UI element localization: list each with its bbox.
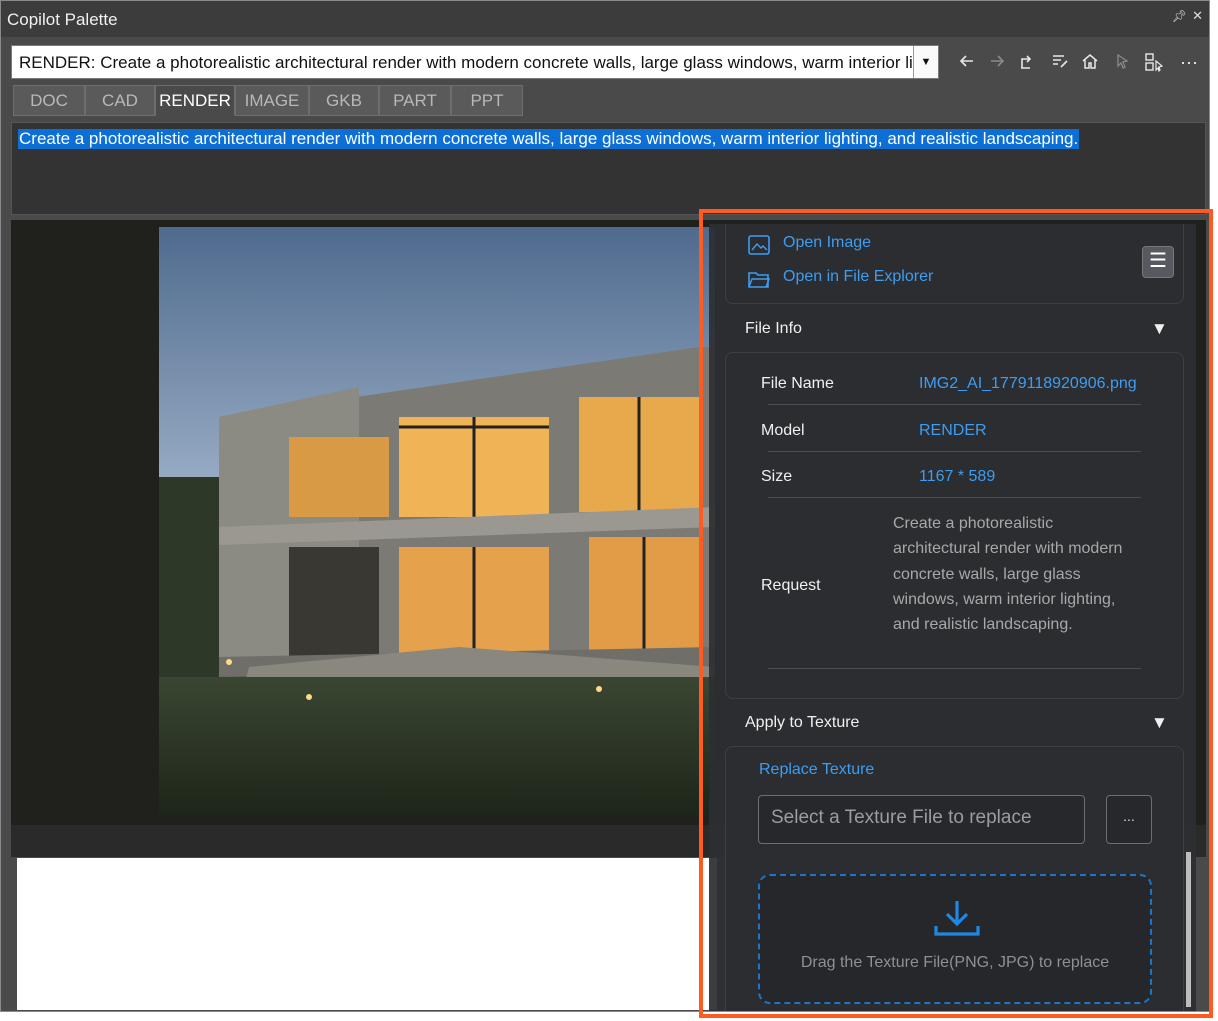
tab-image[interactable]: IMAGE — [235, 85, 309, 116]
open-in-file-explorer-link[interactable]: Open in File Explorer — [783, 268, 933, 286]
scrollbar-thumb[interactable] — [1186, 852, 1191, 1007]
layout-icon[interactable] — [1142, 51, 1166, 75]
request-value: Create a photorealistic architectural re… — [893, 515, 1123, 634]
model-value: RENDER — [919, 422, 987, 439]
panel-scrollbar[interactable] — [1184, 224, 1194, 1011]
file-info-panel: Open Image Open in File Explorer ☰ File … — [709, 224, 1196, 1011]
render-image[interactable] — [159, 227, 715, 818]
apply-to-texture-header[interactable]: Apply to Texture — [745, 714, 859, 732]
close-icon[interactable]: ✕ — [1192, 8, 1203, 24]
prompt-selected-text: Create a photorealistic architectural re… — [18, 129, 1080, 149]
back-arrow-icon[interactable] — [955, 51, 979, 75]
open-image-link[interactable]: Open Image — [783, 234, 871, 252]
prompt-textarea[interactable]: Create a photorealistic architectural re… — [11, 122, 1206, 215]
home-icon[interactable] — [1078, 51, 1102, 75]
file-info-card: File Name IMG2_AI_1779118920906.png Mode… — [725, 352, 1184, 699]
row-divider — [768, 404, 1141, 405]
tab-part[interactable]: PART — [379, 85, 451, 116]
row-divider — [768, 668, 1141, 669]
tab-cad[interactable]: CAD — [85, 85, 155, 116]
folder-icon — [748, 272, 770, 288]
select-cursor-icon[interactable] — [1111, 51, 1135, 75]
output-area — [17, 858, 717, 1010]
request-label: Request — [761, 577, 821, 594]
image-icon — [748, 235, 770, 255]
texture-drop-zone[interactable]: Drag the Texture File(PNG, JPG) to repla… — [758, 874, 1152, 1004]
file-name-label: File Name — [761, 375, 834, 392]
prompt-combobox-value: RENDER: Create a photorealistic architec… — [19, 53, 914, 72]
collapse-triangle-icon[interactable]: ▼ — [1151, 319, 1168, 339]
download-icon — [934, 901, 980, 936]
prompt-combobox[interactable]: RENDER: Create a photorealistic architec… — [11, 45, 939, 79]
more-icon[interactable]: ⋯ — [1177, 51, 1201, 75]
replace-texture-label: Replace Texture — [759, 761, 875, 778]
edit-list-icon[interactable] — [1048, 51, 1072, 75]
export-icon[interactable] — [1015, 51, 1039, 75]
tab-render[interactable]: RENDER — [155, 85, 235, 116]
window-title: Copilot Palette — [7, 10, 118, 29]
hamburger-menu-icon[interactable]: ☰ — [1142, 246, 1174, 278]
open-actions-card: Open Image Open in File Explorer ☰ — [725, 224, 1184, 304]
size-label: Size — [761, 468, 793, 485]
browse-button[interactable]: ... — [1106, 795, 1152, 844]
collapse-triangle-icon[interactable]: ▼ — [1151, 713, 1168, 733]
pin-icon[interactable]: 📌︎ — [1172, 9, 1187, 23]
dropdown-arrow-icon[interactable]: ▼ — [913, 46, 938, 78]
file-name-value[interactable]: IMG2_AI_1779118920906.png — [919, 375, 1137, 393]
title-bar: Copilot Palette 📌︎ ✕ — [1, 1, 1209, 37]
texture-file-input[interactable]: Select a Texture File to replace — [758, 795, 1085, 844]
texture-card: Replace Texture Select a Texture File to… — [725, 746, 1184, 1011]
texture-file-placeholder: Select a Texture File to replace — [771, 807, 1032, 828]
drop-zone-text: Drag the Texture File(PNG, JPG) to repla… — [800, 954, 1110, 971]
tab-ppt[interactable]: PPT — [451, 85, 523, 116]
file-info-header[interactable]: File Info — [745, 320, 802, 338]
tab-doc[interactable]: DOC — [13, 85, 85, 116]
row-divider — [768, 497, 1141, 498]
row-divider — [768, 451, 1141, 452]
forward-arrow-icon[interactable] — [985, 51, 1009, 75]
model-label: Model — [761, 422, 805, 439]
size-value: 1167 * 589 — [919, 468, 996, 485]
tab-gkb[interactable]: GKB — [309, 85, 379, 116]
